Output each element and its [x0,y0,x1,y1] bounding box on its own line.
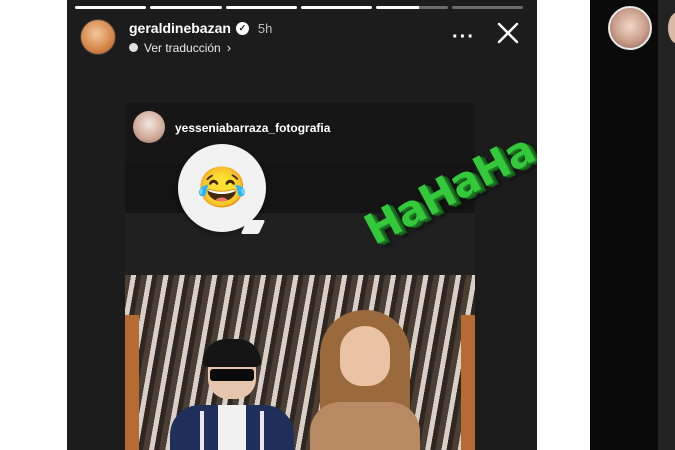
photo-person-man [170,339,294,450]
avatar[interactable] [81,20,115,54]
story-viewer: geraldinebazan ✓ 5h Ver traducción › ···… [67,0,537,450]
story-progress-bars [75,6,523,9]
next-story-panel [658,0,675,450]
photo-door-right [461,315,475,450]
translate-label: Ver traducción [144,40,221,55]
post-time: 5h [257,20,273,36]
progress-bar [150,6,222,9]
progress-bar [300,6,373,9]
progress-bar-current [376,6,448,9]
translate-link[interactable]: Ver traducción › [129,40,231,55]
emoji-reaction-bubble: 😂 [178,144,266,232]
close-icon[interactable] [495,20,521,46]
reshared-avatar [133,111,165,143]
next-story-avatar[interactable] [608,6,652,50]
reshared-post[interactable]: yesseniabarraza_fotografia 😂 [125,103,475,450]
progress-bar [451,6,523,9]
verified-icon: ✓ [235,21,249,35]
reshared-post-header: yesseniabarraza_fotografia [125,103,475,163]
photo-person-woman [310,310,420,450]
photo-door-left [125,315,139,450]
laughing-emoji-icon: 😂 [197,166,247,210]
translate-icon [129,43,138,52]
progress-bar [225,6,297,9]
post-photo [125,275,475,450]
story-header: geraldinebazan ✓ 5h [129,20,272,36]
reshared-username: yesseniabarraza_fotografia [175,121,331,135]
more-options-icon[interactable]: ··· [452,26,475,49]
chevron-right-icon: › [226,40,232,55]
username[interactable]: geraldinebazan [129,20,231,36]
progress-bar [75,6,147,9]
